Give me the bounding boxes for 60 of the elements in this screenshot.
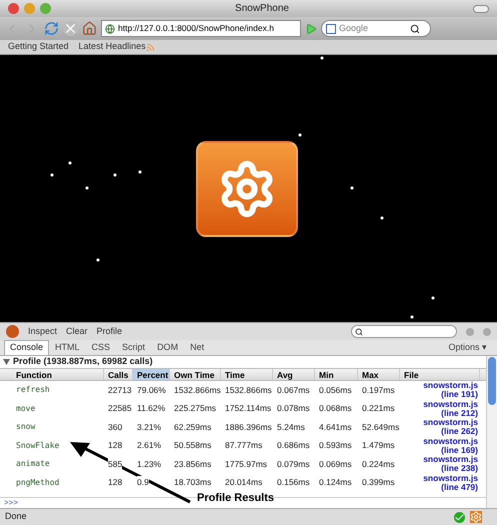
search-icon: [355, 328, 363, 336]
column-header[interactable]: Percent: [133, 369, 170, 380]
firebug-tab[interactable]: Net: [184, 340, 210, 355]
table-cell: 585: [108, 458, 122, 471]
profile-title: Profile (1938.887ms, 69982 calls): [13, 355, 153, 368]
rss-icon: [146, 42, 155, 52]
file-link[interactable]: snowstorm.js: [423, 474, 478, 483]
stop-icon[interactable]: [63, 21, 78, 36]
minimize-icon[interactable]: [24, 3, 35, 14]
column-header[interactable]: File: [400, 369, 480, 380]
firebug-action-button[interactable]: Inspect: [28, 324, 58, 338]
column-header[interactable]: Avg: [273, 369, 315, 380]
annotation-label: Profile Results: [196, 491, 276, 506]
column-header[interactable]: Own Time: [170, 369, 221, 380]
firebug-tab[interactable]: DOM: [151, 340, 184, 355]
command-prompt[interactable]: >>>: [4, 497, 18, 509]
window-title: SnowPhone: [234, 2, 290, 16]
search-input[interactable]: Google: [339, 22, 407, 36]
firebug-action-button[interactable]: Profile: [96, 324, 122, 338]
globe-icon: [105, 24, 115, 34]
file-link[interactable]: snowstorm.js: [423, 400, 478, 409]
options-menu[interactable]: Options ▾: [448, 340, 493, 355]
bookmark-link[interactable]: Latest Headlines: [78, 40, 146, 54]
scrollbar[interactable]: [486, 356, 497, 508]
column-header[interactable]: Max: [358, 369, 400, 380]
search-field[interactable]: Google: [321, 20, 431, 37]
file-link[interactable]: snowstorm.js: [423, 381, 478, 390]
gear-icon[interactable]: [470, 511, 482, 523]
url-field[interactable]: http://127.0.0.1:8000/SnowPhone/index.h: [101, 20, 301, 37]
bookmark-link[interactable]: Getting Started: [8, 40, 69, 54]
line-link[interactable]: (line 169): [441, 446, 478, 455]
column-header[interactable]: Function: [12, 369, 104, 380]
firebug-tab[interactable]: Console: [4, 340, 50, 355]
line-link[interactable]: (line 212): [441, 408, 478, 418]
status-text: Done: [5, 510, 28, 524]
column-header[interactable]: Min: [315, 369, 358, 380]
firebug-tab[interactable]: CSS: [86, 340, 116, 355]
zoom-icon[interactable]: [40, 3, 51, 14]
file-link[interactable]: snowstorm.js: [423, 436, 478, 446]
firebug-tab[interactable]: Script: [116, 340, 152, 355]
file-link[interactable]: snowstorm.js: [423, 418, 478, 428]
line-link[interactable]: (line 479): [441, 482, 478, 492]
line-link[interactable]: (line 238): [441, 464, 478, 474]
search-icon[interactable]: [410, 24, 420, 34]
firebug-search-field[interactable]: [351, 325, 457, 338]
file-link[interactable]: snowstorm.js: [423, 455, 478, 464]
reload-icon[interactable]: [44, 21, 59, 36]
toolbar-toggle-icon[interactable]: [473, 4, 489, 12]
check-icon: [454, 512, 465, 522]
firebug-action-button[interactable]: Clear: [66, 324, 88, 338]
url-text: http://127.0.0.1:8000/SnowPhone/index.h: [118, 22, 274, 35]
home-icon[interactable]: [82, 21, 97, 36]
line-link[interactable]: (line 191): [441, 390, 478, 400]
column-header[interactable]: Time: [221, 369, 273, 380]
collapse-triangle-icon[interactable]: [3, 359, 10, 365]
app-icon[interactable]: [196, 140, 298, 236]
firebug-tab[interactable]: HTML: [49, 340, 86, 355]
go-icon[interactable]: [305, 22, 317, 34]
function-name: pngMethod: [16, 476, 60, 489]
line-link[interactable]: (line 262): [441, 427, 478, 436]
